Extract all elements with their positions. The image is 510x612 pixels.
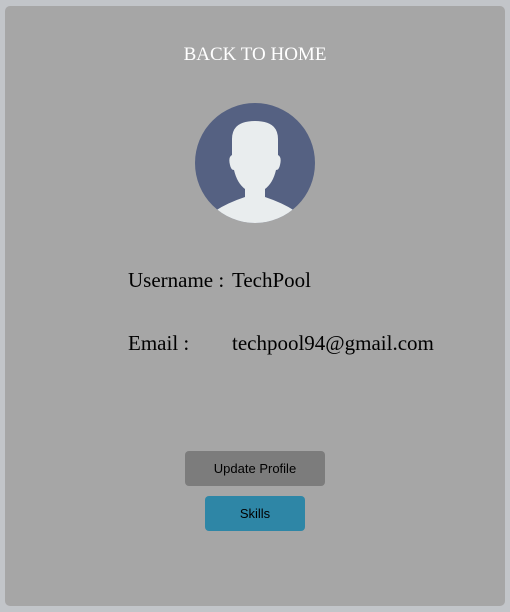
update-profile-button[interactable]: Update Profile [185,451,325,486]
back-to-home-link[interactable]: BACK TO HOME [5,44,505,66]
username-label: Username : [128,268,225,292]
profile-card: BACK TO HOME Username : TechPool Email :… [5,6,505,606]
email-value: techpool94@gmail.com [232,331,434,355]
user-avatar-icon [195,103,315,223]
username-value: TechPool [232,268,312,292]
email-label: Email : [128,331,190,355]
skills-button[interactable]: Skills [205,496,305,531]
